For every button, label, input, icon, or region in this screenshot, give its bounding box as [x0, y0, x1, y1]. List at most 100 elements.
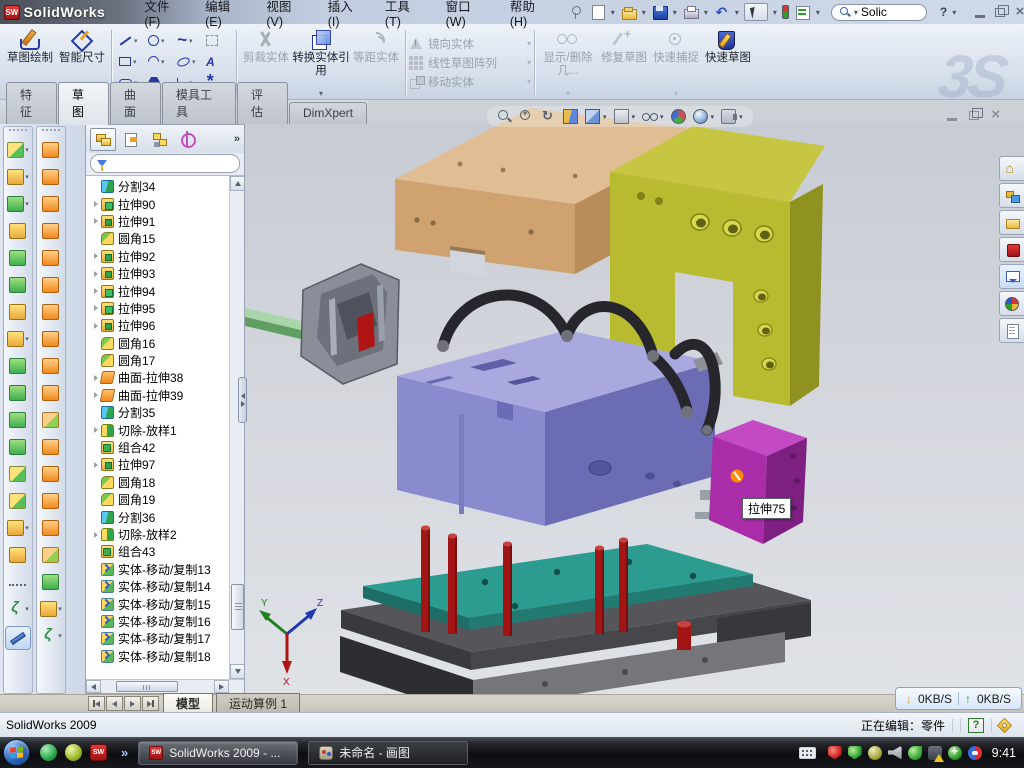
menu-item[interactable]: 帮助(H): [497, 0, 559, 32]
expander-icon[interactable]: [90, 271, 101, 277]
toolbar-button[interactable]: [42, 460, 59, 487]
scroll-right-button[interactable]: [214, 680, 229, 693]
section-view-icon[interactable]: [563, 109, 578, 124]
doc-minimize-button[interactable]: [947, 118, 957, 121]
options-button[interactable]: [794, 4, 811, 20]
rotate-view-icon[interactable]: [541, 109, 556, 124]
tree-item[interactable]: 拉伸96: [90, 317, 229, 334]
edit-appearance-icon[interactable]: [671, 109, 686, 124]
tab-scroll-right-button[interactable]: [124, 696, 141, 711]
status-help-button[interactable]: ?: [968, 718, 984, 733]
toolbar-button[interactable]: [42, 514, 59, 541]
toolbar-button[interactable]: [42, 136, 59, 163]
part-core-insert[interactable]: [241, 264, 399, 384]
toolbar-grip[interactable]: [42, 129, 60, 133]
arc-icon[interactable]: [146, 52, 172, 71]
expander-icon[interactable]: [90, 253, 101, 259]
toolbar-grip[interactable]: [9, 129, 27, 133]
tree-item[interactable]: 圆角16: [90, 335, 229, 352]
ribbon-tab[interactable]: 特征: [6, 82, 57, 124]
toolbar-button[interactable]: [40, 622, 62, 649]
part-slide-block[interactable]: [709, 420, 807, 544]
taskbar-clock[interactable]: 9:41: [992, 746, 1016, 760]
antivirus-tray-icon[interactable]: [828, 746, 842, 760]
scroll-up-button[interactable]: [230, 176, 244, 191]
quick-launch-overflow[interactable]: »: [121, 745, 128, 760]
toolbar-button[interactable]: [9, 298, 26, 325]
toolbar-button[interactable]: [9, 568, 26, 595]
tab-solidworks-search[interactable]: [999, 237, 1024, 262]
toolbar-button[interactable]: [9, 271, 26, 298]
ellipse-icon[interactable]: [175, 52, 201, 71]
tree-item[interactable]: 实体-移动/复制15: [90, 595, 229, 612]
rectangle-icon[interactable]: [117, 52, 143, 71]
quick-launch-messenger-icon[interactable]: [40, 744, 57, 761]
expander-icon[interactable]: [90, 462, 101, 468]
tree-item[interactable]: 拉伸97: [90, 456, 229, 473]
ribbon-tab[interactable]: 评估: [237, 82, 288, 124]
line-icon[interactable]: [117, 31, 143, 50]
undo-button[interactable]: ↶: [713, 4, 730, 20]
toolbar-button[interactable]: [9, 379, 26, 406]
tree-filter-box[interactable]: [90, 154, 240, 173]
print-button[interactable]: [682, 4, 699, 20]
expander-icon[interactable]: [90, 288, 101, 294]
toolbar-button[interactable]: [40, 595, 62, 622]
sketch-text-icon[interactable]: [204, 52, 230, 71]
menu-item[interactable]: 视图(V): [253, 0, 314, 32]
pin-icon[interactable]: [567, 4, 584, 20]
toolbar-button[interactable]: [9, 406, 26, 433]
tree-item[interactable]: 圆角17: [90, 352, 229, 369]
toolbar-button[interactable]: [42, 352, 59, 379]
network-speed-widget[interactable]: ↓ 0KB/S ↑ 0KB/S: [895, 687, 1022, 710]
toolbar-button[interactable]: [42, 406, 59, 433]
save-button[interactable]: [651, 4, 668, 20]
tree-item[interactable]: 分割36: [90, 508, 229, 525]
security-shield-tray-icon[interactable]: [848, 746, 862, 760]
tree-item[interactable]: 实体-移动/复制18: [90, 648, 229, 665]
search-box[interactable]: ▾ Solic: [831, 4, 927, 21]
circle-icon[interactable]: [146, 31, 172, 50]
selection-box-icon[interactable]: [204, 31, 230, 50]
ribbon-tab[interactable]: 模具工具: [162, 82, 236, 124]
select-tool-button[interactable]: [744, 3, 768, 21]
restore-button[interactable]: [995, 8, 1005, 17]
tab-design-library[interactable]: [999, 183, 1024, 208]
expander-icon[interactable]: [90, 427, 101, 433]
scroll-left-button[interactable]: [86, 680, 101, 693]
tree-item[interactable]: 拉伸91: [90, 213, 229, 230]
start-button[interactable]: [3, 739, 30, 766]
toolbar-button[interactable]: [7, 514, 29, 541]
tab-model[interactable]: 模型: [163, 693, 213, 714]
toolbar-button[interactable]: [9, 541, 26, 568]
toolbar-button[interactable]: [7, 163, 29, 190]
volume-tray-icon[interactable]: [888, 746, 902, 760]
expander-icon[interactable]: [90, 392, 101, 398]
toolbar-button[interactable]: [42, 541, 59, 568]
mold-assembly-model[interactable]: Y Z X: [245, 124, 1024, 694]
instant3d-icon[interactable]: [782, 5, 789, 19]
toolbar-button[interactable]: [9, 433, 26, 460]
toolbar-button[interactable]: [7, 190, 29, 217]
toolbar-button[interactable]: [9, 460, 26, 487]
display-style-icon[interactable]: [614, 109, 629, 124]
toolbar-button[interactable]: [42, 379, 59, 406]
tab-configurationmanager[interactable]: [146, 128, 172, 151]
toolbar-button[interactable]: [7, 595, 29, 622]
apply-scene-icon[interactable]: [693, 109, 708, 124]
toolbar-button[interactable]: [42, 217, 59, 244]
ribbon-tab[interactable]: 草图: [58, 82, 109, 125]
taskbar-button-paint[interactable]: 未命名 - 画图: [308, 741, 468, 765]
toolbar-button[interactable]: [42, 298, 59, 325]
health-tray-icon[interactable]: [948, 746, 962, 760]
zoom-to-area-icon[interactable]: [519, 109, 534, 124]
toolbar-button[interactable]: [42, 271, 59, 298]
tab-dimxpertmanager[interactable]: [174, 128, 200, 151]
expander-icon[interactable]: [90, 323, 101, 329]
rapid-sketch-button[interactable]: 快速草图: [702, 27, 754, 98]
tree-item[interactable]: 切除-放样2: [90, 526, 229, 543]
tab-view-palette[interactable]: [999, 264, 1024, 289]
view-orientation-icon[interactable]: [585, 109, 600, 124]
tree-item[interactable]: 分割35: [90, 404, 229, 421]
tree-item[interactable]: 切除-放样1: [90, 421, 229, 438]
